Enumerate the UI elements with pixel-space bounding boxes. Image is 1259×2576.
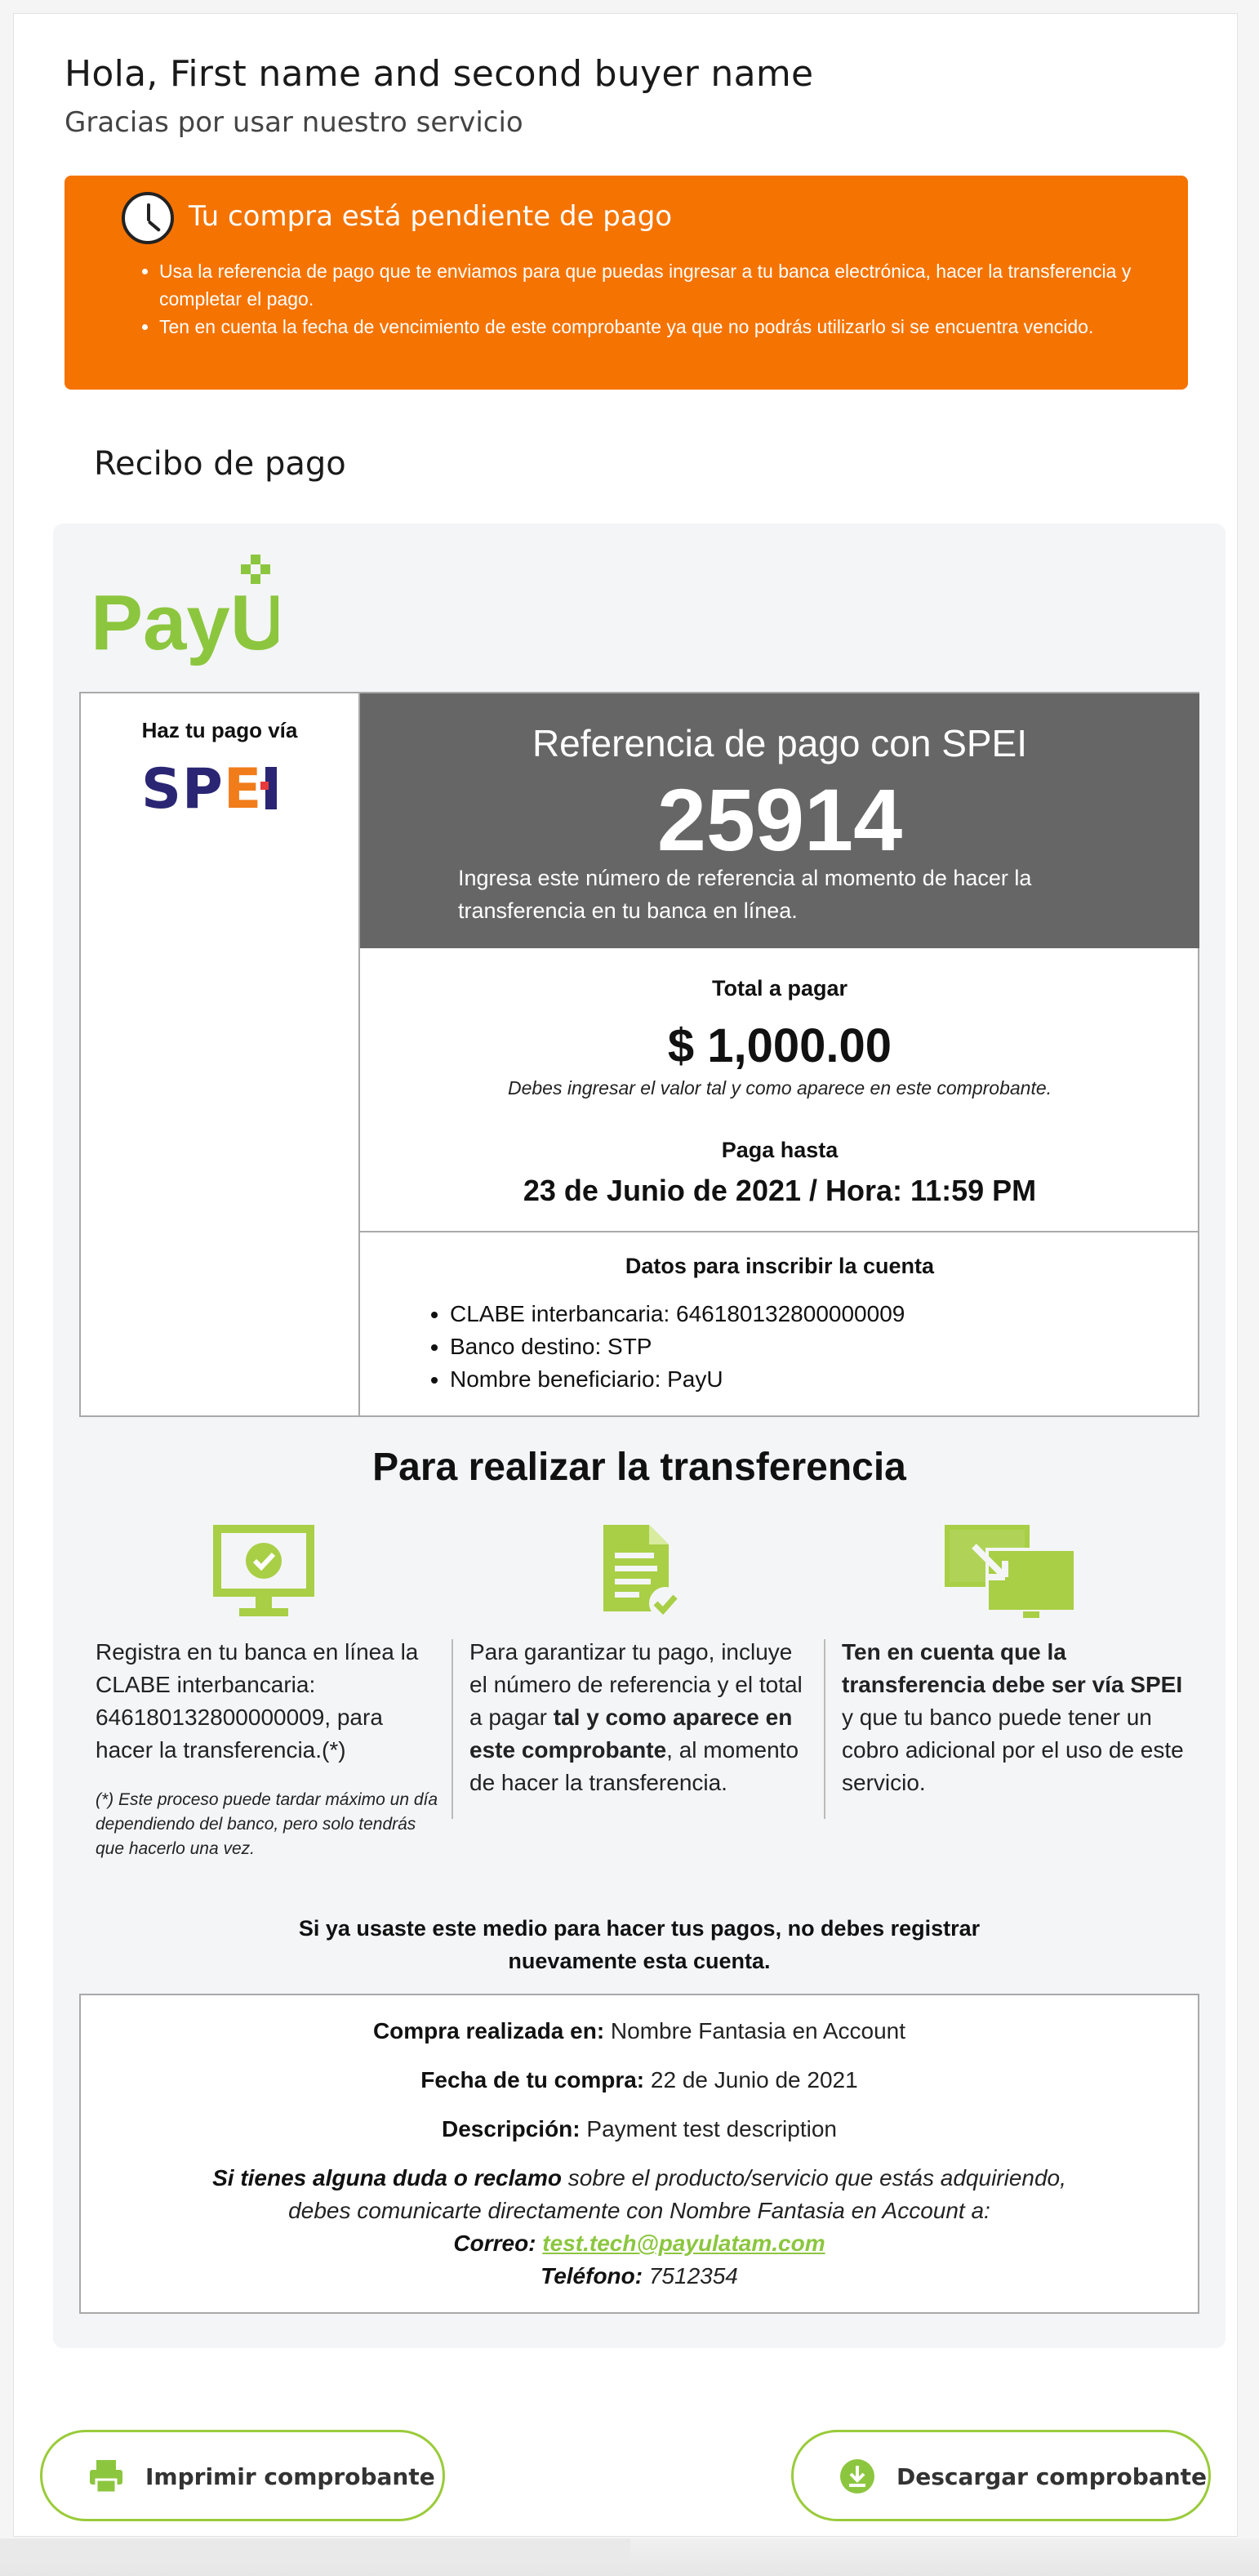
due-date: 23 de Junio de 2021 / Hora: 11:59 PM — [523, 1174, 1037, 1207]
monitor-check-icon — [213, 1525, 314, 1616]
reference-number: 25914 — [656, 770, 903, 869]
step-divider — [452, 1639, 453, 1819]
pending-payment-alert: Tu compra está pendiente de pago Usa la … — [65, 176, 1188, 390]
total-label: Total a pagar — [711, 976, 848, 1001]
receipt-heading: Recibo de pago — [94, 445, 346, 483]
total-section: Total a pagar $ 1,000.00 Debes ingresar … — [360, 948, 1199, 1232]
contact-phone-value: 7512354 — [643, 2263, 738, 2289]
contact-email-label: Correo: — [453, 2231, 536, 2256]
step-3-text-part: y que tu banco puede tener un cobro adic… — [842, 1705, 1184, 1795]
due-label: Paga hasta — [721, 1138, 839, 1162]
clock-icon — [122, 192, 174, 244]
transfer-steps-heading: Para realizar la transferencia — [372, 1446, 906, 1489]
total-amount: $ 1,000.00 — [667, 1019, 892, 1072]
receipt-panel: PayU Haz tu pago vía SPE Referencia de p… — [53, 524, 1226, 2348]
download-receipt-label: Descargar comprobante — [896, 2463, 1208, 2490]
pay-via-column: Haz tu pago vía SPE — [81, 693, 360, 1415]
printer-icon — [90, 2460, 122, 2494]
alert-list: Usa la referencia de pago que te enviamo… — [159, 257, 1139, 341]
account-data-section: Datos para inscribir la cuenta CLABE int… — [360, 1232, 1199, 1415]
purchase-place-label: Compra realizada en: — [372, 2018, 605, 2043]
purchase-place-row: Compra realizada en: Nombre Fantasia en … — [81, 2018, 1198, 2044]
purchase-description-row: Descripción: Payment test description — [81, 2116, 1198, 2142]
purchase-place-value: Nombre Fantasia en Account — [604, 2018, 906, 2043]
spei-i-glyph — [260, 767, 278, 809]
purchase-description-label: Descripción: — [442, 2116, 581, 2141]
account-data-item: Nombre beneficiario: PayU — [450, 1363, 905, 1396]
reference-header: Referencia de pago con SPEI 25914 Ingres… — [360, 693, 1199, 948]
step-1-footnote: (*) Este proceso puede tardar máximo un … — [96, 1790, 438, 1858]
greeting: Hola, First name and second buyer name G… — [65, 53, 813, 139]
download-icon — [840, 2459, 874, 2494]
payu-logo-text: PayU — [91, 579, 278, 666]
registration-notice-text: Si ya usaste este medio para hacer tus p… — [298, 1916, 981, 1973]
step-3-text-bold: Ten en cuenta que la transferencia debe … — [842, 1639, 1183, 1697]
contact-email-row: Correo: test.tech@payulatam.com — [81, 2231, 1198, 2257]
step-2-text: Para garantizar tu pago, incluye el núme… — [469, 1636, 812, 1799]
step-1-text: Registra en tu banca en línea la CLABE i… — [96, 1639, 419, 1763]
purchase-details: Compra realizada en: Nombre Fantasia en … — [79, 1994, 1199, 2314]
contact-phone-label: Teléfono: — [541, 2263, 643, 2289]
print-receipt-button[interactable]: Imprimir comprobante — [40, 2430, 445, 2521]
payment-reference-table: Haz tu pago vía SPE Referencia de pago c… — [79, 692, 1199, 1417]
account-data-list: CLABE interbancaria: 646180132800000009 … — [450, 1298, 905, 1396]
step-divider — [824, 1639, 825, 1819]
greeting-subtitle: Gracias por usar nuestro servicio — [65, 106, 523, 139]
download-receipt-button[interactable]: Descargar comprobante — [791, 2430, 1211, 2521]
greeting-title: Hola, First name and second buyer name — [65, 53, 814, 95]
alert-item: Usa la referencia de pago que te enviamo… — [159, 257, 1139, 313]
purchase-date-label: Fecha de tu compra: — [420, 2067, 645, 2092]
alert-title: Tu compra está pendiente de pago — [189, 200, 673, 233]
print-receipt-label: Imprimir comprobante — [145, 2463, 435, 2490]
contact-intro-text: sobre el producto/servicio que estás adq… — [561, 2165, 1066, 2190]
contact-email-link[interactable]: test.tech@payulatam.com — [542, 2231, 825, 2256]
payu-logo: PayU — [91, 555, 278, 666]
account-data-item: CLABE interbancaria: 646180132800000009 — [450, 1298, 905, 1330]
pay-via-label: Haz tu pago vía — [141, 718, 298, 742]
spei-logo: SPE — [141, 757, 278, 822]
account-data-item: Banco destino: STP — [450, 1330, 905, 1363]
contact-intro-line2: debes comunicarte directamente con Nombr… — [288, 2198, 990, 2223]
receipt-page: Hola, First name and second buyer name G… — [13, 13, 1238, 2537]
contact-intro-row: Si tienes alguna duda o reclamo sobre el… — [81, 2165, 1198, 2191]
horizontal-scrollbar[interactable] — [0, 2538, 1259, 2576]
alert-item: Ten en cuenta la fecha de vencimiento de… — [159, 313, 1139, 341]
registration-notice: Si ya usaste este medio para hacer tus p… — [53, 1912, 1226, 1977]
purchase-date-value: 22 de Junio de 2021 — [644, 2067, 858, 2092]
reference-title: Referencia de pago con SPEI — [532, 722, 1028, 764]
account-data-label: Datos para inscribir la cuenta — [625, 1254, 935, 1278]
purchase-description-value: Payment test description — [580, 2116, 837, 2141]
contact-phone-row: Teléfono: 7512354 — [81, 2263, 1198, 2289]
document-check-icon — [603, 1525, 682, 1620]
purchase-date-row: Fecha de tu compra: 22 de Junio de 2021 — [81, 2067, 1198, 2093]
total-note: Debes ingresar el valor tal y como apare… — [507, 1077, 1052, 1099]
contact-intro-bold: Si tienes alguna duda o reclamo — [212, 2165, 562, 2190]
monitor-transfer-icon — [945, 1525, 1077, 1618]
step-3-text: Ten en cuenta que la transferencia debe … — [842, 1636, 1185, 1799]
reference-hint: Ingresa este número de referencia al mom… — [458, 866, 1032, 923]
